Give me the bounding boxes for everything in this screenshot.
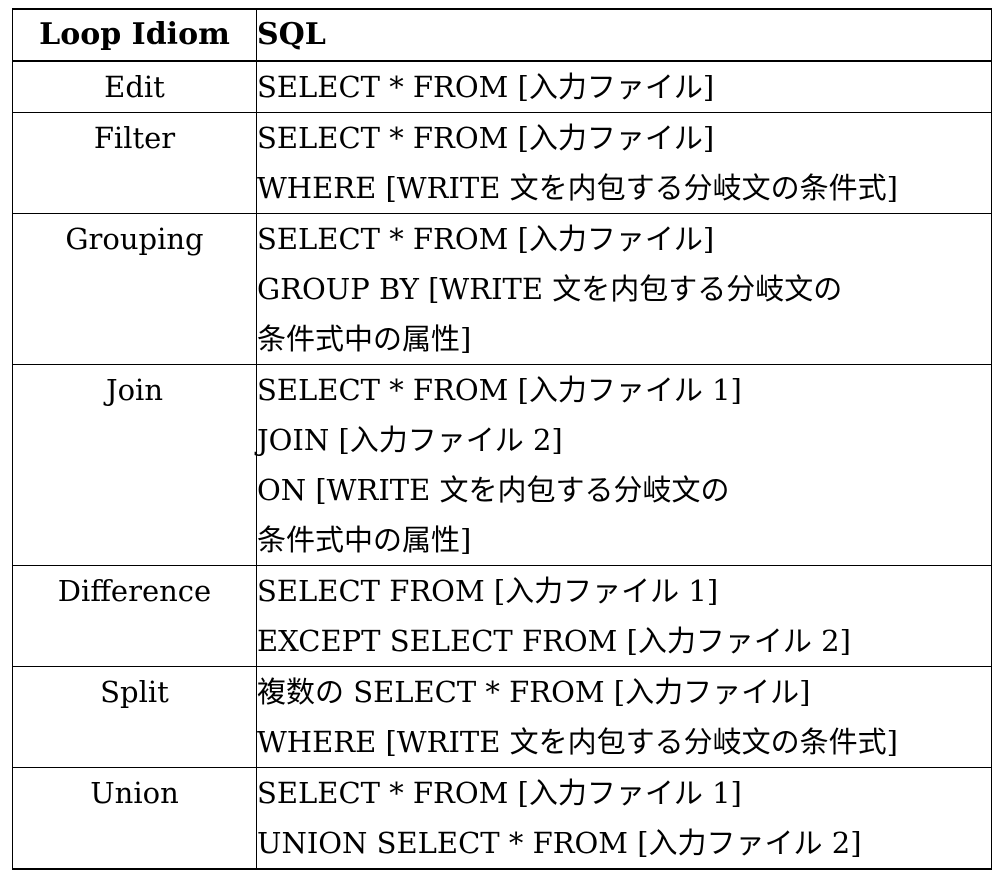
loop-idiom-sql-table-container: Loop Idiom SQL Edit SELECT * FROM [入力ファイル… xyxy=(12,8,992,870)
loop-idiom-label: Grouping xyxy=(12,213,257,365)
table-row: Difference SELECT FROM [入力ファイル 1] EXCEPT S… xyxy=(12,565,992,667)
sql-line: SELECT * FROM [入力ファイル 1] xyxy=(257,776,742,810)
loop-idiom-label: Difference xyxy=(12,565,257,667)
loop-idiom-label: Filter xyxy=(12,112,257,214)
table-row: Union SELECT * FROM [入力ファイル 1] UNION SELEC… xyxy=(12,767,992,870)
table-row: Split 複数の SELECT * FROM [入力ファイル] WHERE [WR… xyxy=(12,666,992,768)
sql-statement-cell: SELECT * FROM [入力ファイル 1] JOIN [入力ファイル 2] O… xyxy=(256,364,992,566)
sql-line: WHERE [WRITE 文を内包する分岐文の条件式] xyxy=(257,171,898,205)
loop-idiom-label: Edit xyxy=(12,60,257,113)
sql-line: JOIN [入力ファイル 2] xyxy=(257,423,563,457)
sql-line: SELECT * FROM [入力ファイル] xyxy=(257,121,715,155)
sql-line: UNION SELECT * FROM [入力ファイル 2] xyxy=(257,826,862,860)
table-row: Filter SELECT * FROM [入力ファイル] WHERE [WRITE… xyxy=(12,112,992,214)
sql-line: 条件式中の属性] xyxy=(257,523,472,557)
column-header-sql: SQL xyxy=(256,8,992,62)
column-header-loop-idiom: Loop Idiom xyxy=(12,8,257,62)
sql-statement-cell: SELECT * FROM [入力ファイル] xyxy=(256,60,992,113)
table-row: Join SELECT * FROM [入力ファイル 1] JOIN [入力ファイル… xyxy=(12,364,992,566)
sql-line: SELECT * FROM [入力ファイル 1] xyxy=(257,373,742,407)
sql-line: GROUP BY [WRITE 文を内包する分岐文の xyxy=(257,272,843,306)
sql-line: SELECT * FROM [入力ファイル] xyxy=(257,222,715,256)
sql-line: WHERE [WRITE 文を内包する分岐文の条件式] xyxy=(257,725,898,759)
table-header-row: Loop Idiom SQL xyxy=(12,8,992,62)
sql-line: SELECT FROM [入力ファイル 1] xyxy=(257,574,719,608)
loop-idiom-label: Join xyxy=(12,364,257,566)
sql-statement-cell: SELECT * FROM [入力ファイル 1] UNION SELECT * F… xyxy=(256,767,992,870)
table-row: Grouping SELECT * FROM [入力ファイル] GROUP BY [… xyxy=(12,213,992,365)
sql-statement-cell: SELECT * FROM [入力ファイル] WHERE [WRITE 文を内包す… xyxy=(256,112,992,214)
table-row: Edit SELECT * FROM [入力ファイル] xyxy=(12,60,992,113)
loop-idiom-sql-table: Loop Idiom SQL Edit SELECT * FROM [入力ファイル… xyxy=(12,8,992,870)
sql-statement-cell: SELECT FROM [入力ファイル 1] EXCEPT SELECT FROM… xyxy=(256,565,992,667)
sql-statement-cell: 複数の SELECT * FROM [入力ファイル] WHERE [WRITE 文… xyxy=(256,666,992,768)
sql-statement-cell: SELECT * FROM [入力ファイル] GROUP BY [WRITE 文を… xyxy=(256,213,992,365)
sql-line: 条件式中の属性] xyxy=(257,322,472,356)
sql-line: ON [WRITE 文を内包する分岐文の xyxy=(257,473,730,507)
sql-line: EXCEPT SELECT FROM [入力ファイル 2] xyxy=(257,624,851,658)
sql-line: 複数の SELECT * FROM [入力ファイル] xyxy=(257,675,811,709)
table-body: Edit SELECT * FROM [入力ファイル] Filter SELECT *… xyxy=(12,60,992,870)
sql-line: SELECT * FROM [入力ファイル] xyxy=(257,70,715,104)
loop-idiom-label: Union xyxy=(12,767,257,870)
loop-idiom-label: Split xyxy=(12,666,257,768)
